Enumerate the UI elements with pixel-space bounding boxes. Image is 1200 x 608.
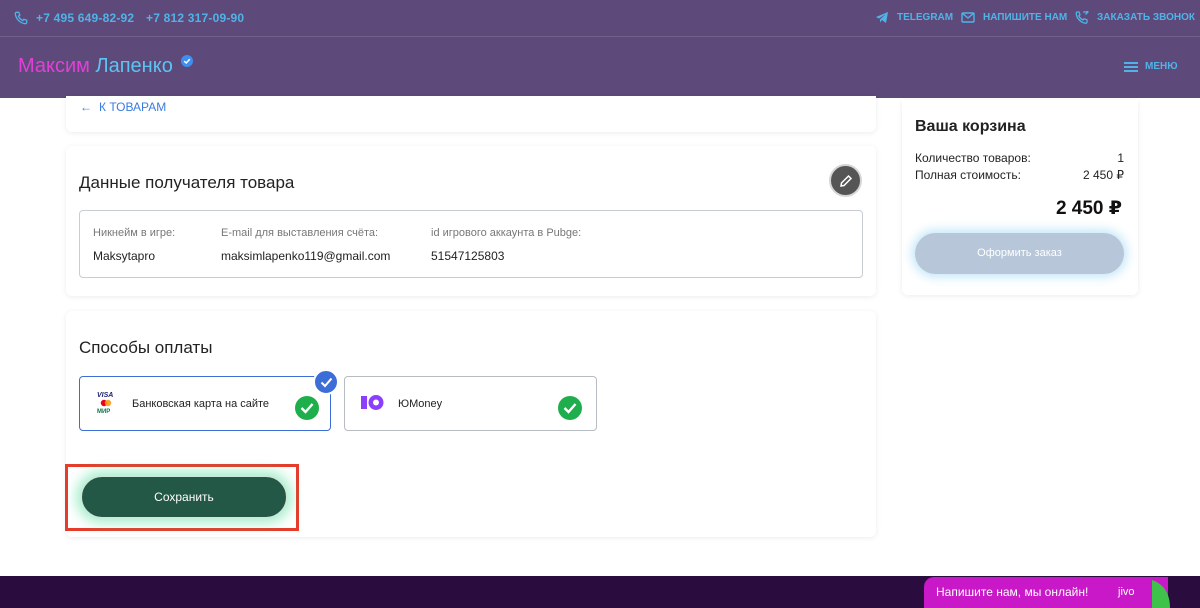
email-value: maksimlapenko119@gmail.com bbox=[221, 249, 391, 263]
back-link-label: К ТОВАРАМ bbox=[99, 100, 167, 114]
check-icon bbox=[295, 396, 319, 420]
chat-widget[interactable]: Напишите нам, мы онлайн! jivo bbox=[924, 577, 1168, 608]
hamburger-icon bbox=[1124, 62, 1138, 72]
payment-option-bank-card[interactable]: Банковская карта на сайте bbox=[79, 376, 331, 431]
account-id-value: 51547125803 bbox=[431, 249, 505, 263]
chat-leaf-icon bbox=[1152, 580, 1170, 608]
cart-total: 2 450 ₽ bbox=[1055, 198, 1122, 219]
verified-icon bbox=[181, 55, 193, 67]
save-button[interactable]: Сохранить bbox=[80, 475, 288, 519]
edit-button[interactable] bbox=[829, 164, 862, 197]
checkmark-icon bbox=[320, 377, 333, 388]
menu-label: МЕНЮ bbox=[1145, 61, 1178, 72]
total-cost-value: 2 450 ₽ bbox=[1083, 168, 1124, 182]
email-label: E-mail для выставления счёта: bbox=[221, 227, 379, 239]
order-call-link[interactable]: ЗАКАЗАТЬ ЗВОНОК bbox=[1097, 12, 1195, 23]
phone-callback-icon bbox=[1075, 11, 1089, 24]
bank-card-label: Банковская карта на сайте bbox=[132, 398, 270, 410]
write-us-link[interactable]: НАПИШИТЕ НАМ bbox=[983, 12, 1067, 23]
chat-brand: jivo bbox=[1118, 586, 1135, 598]
phone-icon bbox=[14, 11, 28, 25]
checkout-button[interactable]: Оформить заказ bbox=[915, 233, 1124, 274]
selected-badge bbox=[313, 369, 339, 395]
site-logo[interactable]: Максим Лапенко bbox=[18, 54, 173, 78]
pencil-icon bbox=[840, 174, 853, 187]
chat-text: Напишите нам, мы онлайн! bbox=[936, 585, 1089, 599]
card-logos-icon: VISA МИР bbox=[97, 392, 113, 415]
arrow-left-icon: ← bbox=[80, 100, 92, 114]
telegram-link[interactable]: TELEGRAM bbox=[897, 12, 953, 23]
item-count-value: 1 bbox=[1117, 151, 1124, 165]
phone-link-moscow[interactable]: +7 495 649-82-92 bbox=[36, 11, 134, 25]
payment-title: Способы оплаты bbox=[79, 338, 213, 357]
check-icon bbox=[558, 396, 582, 420]
item-count-label: Количество товаров: bbox=[915, 151, 1031, 165]
phone-link-spb[interactable]: +7 812 317-09-90 bbox=[146, 11, 244, 25]
account-id-label: id игрового аккаунта в Pubge: bbox=[431, 227, 582, 239]
logo-first-name: Максим bbox=[18, 55, 90, 77]
nickname-value: Maksytapro bbox=[93, 249, 156, 263]
cart-title: Ваша корзина bbox=[915, 118, 1026, 135]
mail-icon bbox=[961, 12, 975, 23]
mir-logo-text: МИР bbox=[97, 409, 110, 415]
yoomoney-label: ЮMoney bbox=[398, 398, 443, 410]
yoomoney-logo-icon bbox=[361, 395, 384, 410]
visa-logo-text: VISA bbox=[97, 392, 113, 399]
site-header: +7 495 649-82-92 +7 812 317-09-90 TELEGR… bbox=[0, 0, 1200, 98]
nickname-label: Никнейм в игре: bbox=[93, 227, 176, 239]
top-bar: +7 495 649-82-92 +7 812 317-09-90 TELEGR… bbox=[0, 0, 1200, 37]
total-cost-label: Полная стоимость: bbox=[915, 168, 1021, 182]
recipient-title: Данные получателя товара bbox=[79, 173, 295, 192]
back-card bbox=[66, 96, 876, 132]
recipient-details: Никнейм в игре: Maksytapro E-mail для вы… bbox=[79, 210, 863, 278]
telegram-icon bbox=[876, 12, 888, 23]
logo-last-name: Лапенко bbox=[95, 55, 173, 77]
back-to-products-link[interactable]: ← К ТОВАРАМ bbox=[80, 100, 166, 114]
